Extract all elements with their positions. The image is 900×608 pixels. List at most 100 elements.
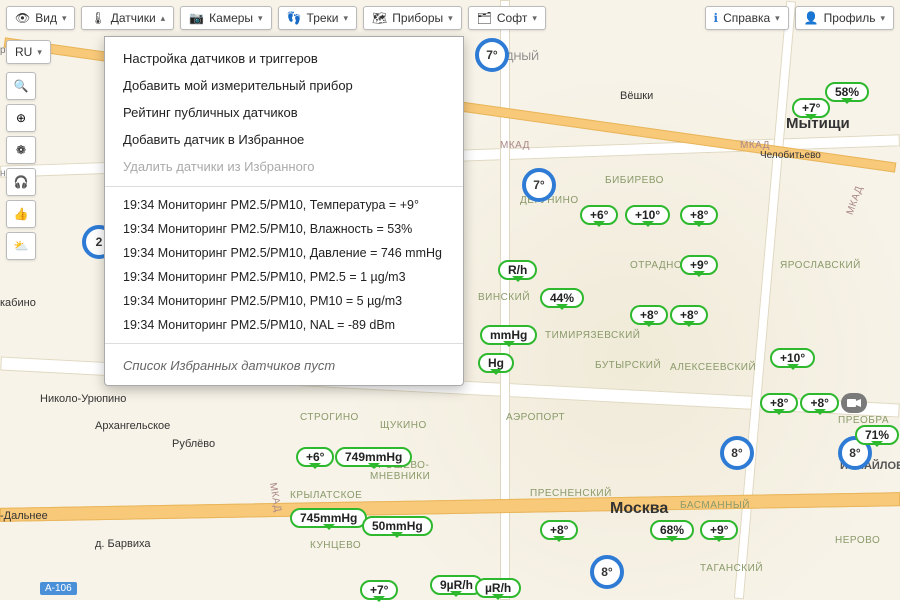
separator <box>105 343 463 344</box>
dd-remove-favorite: Удалить датчики из Избранного <box>105 153 463 180</box>
sensor-circle[interactable]: 8° <box>590 555 624 589</box>
log-entry: 19:34 Мониторинг PM2.5/PM10, NAL = -89 d… <box>105 313 463 337</box>
sensor-pin[interactable]: 50mmHg <box>362 516 433 536</box>
chevron-down-icon: ▾ <box>62 13 67 24</box>
sensor-pin[interactable]: 745mmHg <box>290 508 367 528</box>
sensor-pin[interactable]: R/h <box>498 260 537 280</box>
district-shchukino: ЩУКИНО <box>380 420 427 431</box>
devices-icon: 🗺 <box>372 11 387 25</box>
menu-profile[interactable]: 👤Профиль▾ <box>795 6 894 30</box>
chevron-up-icon: ▴ <box>161 13 166 24</box>
dd-rating[interactable]: Рейтинг публичных датчиков <box>105 99 463 126</box>
sensor-pin[interactable]: 749mmHg <box>335 447 412 467</box>
district-butyrsky: БУТЫРСКИЙ <box>595 360 661 371</box>
software-icon: 🗂 <box>477 11 492 25</box>
weather-button[interactable]: ⛅ <box>6 232 36 260</box>
info-icon: ℹ <box>714 11 719 25</box>
sensor-pin[interactable]: 71% <box>855 425 899 445</box>
menu-tracks[interactable]: 👣Треки▾ <box>278 6 357 30</box>
chevron-down-icon: ▾ <box>37 47 42 58</box>
sensor-pin[interactable]: +6° <box>580 205 618 225</box>
label-rublevo: Рублёво <box>172 438 215 450</box>
district-tagansky: ТАГАНСКИЙ <box>700 563 763 574</box>
dd-add-favorite[interactable]: Добавить датчик в Избранное <box>105 126 463 153</box>
dd-configure-sensors[interactable]: Настройка датчиков и триггеров <box>105 45 463 72</box>
chevron-down-icon: ▾ <box>775 13 780 24</box>
like-button[interactable]: 👍 <box>6 200 36 228</box>
sensor-pin[interactable]: 68% <box>650 520 694 540</box>
road-badge-a106: А-106 <box>40 582 77 595</box>
sensor-pin[interactable]: +9° <box>680 255 718 275</box>
sensor-pin[interactable]: +10° <box>770 348 815 368</box>
sensor-pin[interactable]: +8° <box>680 205 718 225</box>
district-nerovo: НЕРОВО <box>835 535 880 546</box>
label-arkhangelskoe: Архангельское <box>95 420 170 432</box>
sensor-pin[interactable]: +7° <box>360 580 398 600</box>
gear-icon: ❁ <box>16 143 26 157</box>
sensor-pin[interactable]: +8° <box>540 520 578 540</box>
district-krylatskoe: КРЫЛАТСКОЕ <box>290 490 362 501</box>
log-entry: 19:34 Мониторинг PM2.5/PM10, Давление = … <box>105 241 463 265</box>
label-barvikha: д. Барвиха <box>95 538 150 550</box>
menu-sensors[interactable]: 🌡Датчики▴ <box>81 6 174 30</box>
locate-button[interactable]: ⊕ <box>6 104 36 132</box>
menu-soft[interactable]: 🗂Софт▾ <box>468 6 546 30</box>
thumbs-up-icon: 👍 <box>14 207 29 221</box>
sensor-circle[interactable]: 7° <box>522 168 556 202</box>
user-icon: 👤 <box>804 11 819 25</box>
headset-icon: 🎧 <box>14 175 29 189</box>
separator <box>105 186 463 187</box>
dd-favorites-empty: Список Избранных датчиков пуст <box>105 350 463 377</box>
log-entry: 19:34 Мониторинг PM2.5/PM10, PM10 = 5 µg… <box>105 289 463 313</box>
menu-view[interactable]: 👁Вид▾ <box>6 6 75 30</box>
menu-help[interactable]: ℹСправка▾ <box>705 6 789 30</box>
sensor-pin[interactable]: +6° <box>296 447 334 467</box>
eye-icon: 👁 <box>15 11 30 25</box>
sensor-pin[interactable]: 58% <box>825 82 869 102</box>
search-button[interactable]: 🔍 <box>6 72 36 100</box>
tracks-icon: 👣 <box>287 11 302 25</box>
label-nikuryupino: Николо-Урюпино <box>40 393 126 405</box>
district-bibirevo: БИБИРЕВО <box>605 175 664 186</box>
log-entry: 19:34 Мониторинг PM2.5/PM10, Влажность =… <box>105 217 463 241</box>
dd-add-device[interactable]: Добавить мой измерительный прибор <box>105 72 463 99</box>
sensor-pin[interactable]: +10° <box>625 205 670 225</box>
district-kuntsevo: КУНЦЕВО <box>310 540 361 551</box>
chevron-down-icon: ▾ <box>532 13 537 24</box>
district-aeroport: АЭРОПОРТ <box>506 412 565 423</box>
menu-devices[interactable]: 🗺Приборы▾ <box>363 6 462 30</box>
menu-cameras[interactable]: 📷Камеры▾ <box>180 6 271 30</box>
district-strogino: СТРОГИНО <box>300 412 359 423</box>
label-veshki: Вёшки <box>620 90 653 102</box>
chevron-down-icon: ▾ <box>344 13 349 24</box>
sensor-circle[interactable]: 8° <box>720 436 754 470</box>
sensor-pin[interactable]: Hg <box>478 353 514 373</box>
chevron-down-icon: ▾ <box>258 13 263 24</box>
chevron-down-icon: ▾ <box>880 13 885 24</box>
tool-button-1[interactable]: ❁ <box>6 136 36 164</box>
district-yaroslavsky: ЯРОСЛАВСКИЙ <box>780 260 861 271</box>
thermometer-icon: 🌡 <box>90 11 105 25</box>
magnifier-icon: 🔍 <box>14 79 29 93</box>
sensor-pin[interactable]: µR/h <box>475 578 521 598</box>
log-entry: 19:34 Мониторинг PM2.5/PM10, Температура… <box>105 193 463 217</box>
support-button[interactable]: 🎧 <box>6 168 36 196</box>
top-toolbar: 👁Вид▾ 🌡Датчики▴ 📷Камеры▾ 👣Треки▾ 🗺Прибор… <box>6 6 894 30</box>
language-selector[interactable]: RU▾ <box>6 40 51 64</box>
log-entry: 19:34 Мониторинг PM2.5/PM10, PM2.5 = 1 µ… <box>105 265 463 289</box>
target-icon: ⊕ <box>16 111 26 125</box>
sensor-pin[interactable]: mmHg <box>480 325 537 345</box>
sensor-pin[interactable]: +8° <box>670 305 708 325</box>
sensor-pin[interactable]: 44% <box>540 288 584 308</box>
side-toolbar: 🔍 ⊕ ❁ 🎧 👍 ⛅ <box>6 72 36 260</box>
sensor-pin[interactable]: +9° <box>700 520 738 540</box>
sensor-circle[interactable]: 7° <box>475 38 509 72</box>
district-alekseevsky: АЛЕКСЕЕВСКИЙ <box>670 362 756 373</box>
sensor-pin[interactable]: +8° <box>630 305 668 325</box>
weather-icon: ⛅ <box>14 239 29 253</box>
chevron-down-icon: ▾ <box>448 13 453 24</box>
sensor-pin-group[interactable]: +8°+8° <box>760 393 867 413</box>
camera-icon: 📷 <box>189 11 204 25</box>
label-mkad2: МКАД <box>845 185 866 217</box>
sensor-pin[interactable]: +7° <box>792 98 830 118</box>
